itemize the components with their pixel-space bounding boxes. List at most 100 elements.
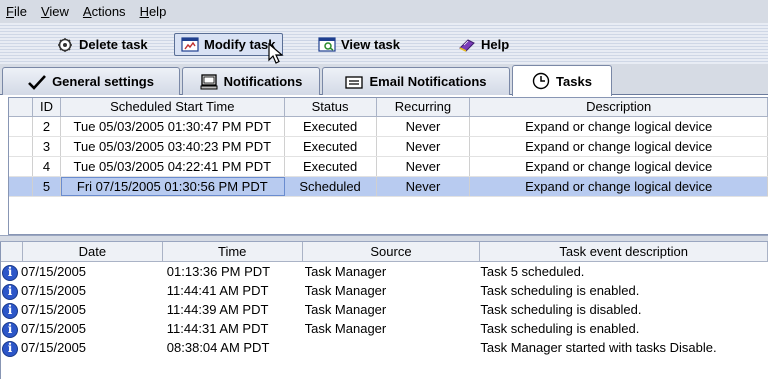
cell-start-time: Tue 05/03/2005 04:22:41 PM PDT	[61, 157, 285, 176]
view-task-button[interactable]: View task	[312, 33, 406, 56]
info-icon: i	[2, 283, 18, 300]
event-date: 07/15/2005	[20, 302, 87, 317]
modify-window-icon	[181, 37, 199, 53]
cell-description: Expand or change logical device	[470, 137, 768, 156]
event-log-table: Date Time Source Task event description …	[0, 242, 768, 379]
row-header-corner	[9, 98, 33, 116]
column-header-status[interactable]: Status	[285, 98, 377, 116]
modify-task-label: Modify task	[204, 37, 276, 52]
info-icon: i	[2, 264, 18, 281]
info-icon: i	[2, 321, 18, 338]
cell-recurring: Never	[377, 177, 471, 196]
tab-notifications[interactable]: Notifications	[182, 67, 320, 95]
table-row-selected[interactable]: 5 Fri 07/15/2005 01:30:56 PM PDT Schedul…	[9, 177, 768, 197]
column-header-id[interactable]: ID	[33, 98, 61, 116]
column-header-date[interactable]: Date	[23, 242, 163, 261]
list-item[interactable]: i 07/15/2005 01:13:36 PM PDT Task Manage…	[1, 262, 768, 281]
task-table-header: ID Scheduled Start Time Status Recurring…	[9, 98, 768, 117]
row-gutter	[9, 157, 33, 176]
tab-email-notifications[interactable]: Email Notifications	[322, 67, 510, 95]
task-table: ID Scheduled Start Time Status Recurring…	[8, 97, 768, 235]
split-pane-divider[interactable]	[0, 235, 768, 242]
event-date: 07/15/2005	[20, 340, 87, 355]
event-date: 07/15/2005	[20, 321, 87, 336]
gear-delete-icon	[56, 37, 74, 53]
column-header-source[interactable]: Source	[303, 242, 481, 261]
cell-recurring: Never	[377, 157, 471, 176]
help-label: Help	[481, 37, 510, 52]
event-description: Task 5 scheduled.	[480, 264, 585, 279]
menu-file[interactable]: File	[6, 4, 27, 19]
event-description: Task Manager started with tasks Disable.	[480, 340, 717, 355]
event-source: Task Manager	[304, 321, 387, 336]
toolbar: Delete task Modify task View task Help	[0, 23, 768, 64]
row-gutter	[9, 117, 33, 136]
cell-description: Expand or change logical device	[470, 177, 768, 196]
event-time: 11:44:31 AM PDT	[166, 321, 269, 336]
cell-status: Executed	[285, 157, 377, 176]
event-date: 07/15/2005	[20, 264, 87, 279]
row-gutter	[9, 137, 33, 156]
column-header-time[interactable]: Time	[163, 242, 303, 261]
clock-icon	[532, 72, 550, 90]
cell-id: 5	[33, 177, 61, 196]
event-time: 08:38:04 AM PDT	[166, 340, 270, 355]
column-header-description[interactable]: Description	[470, 98, 768, 116]
cell-description: Expand or change logical device	[470, 157, 768, 176]
menu-help[interactable]: Help	[140, 4, 167, 19]
info-icon: i	[2, 302, 18, 319]
menu-bar: File View Actions Help	[0, 0, 768, 23]
tab-general-settings[interactable]: General settings	[2, 67, 180, 95]
cell-status: Scheduled	[285, 177, 377, 196]
view-task-label: View task	[341, 37, 401, 52]
table-row[interactable]: 4 Tue 05/03/2005 04:22:41 PM PDT Execute…	[9, 157, 768, 177]
column-header-event-description[interactable]: Task event description	[480, 242, 768, 261]
list-item[interactable]: i 07/15/2005 11:44:31 AM PDT Task Manage…	[1, 319, 768, 338]
event-icon-cell: i	[1, 300, 21, 319]
info-icon: i	[2, 340, 18, 357]
list-item[interactable]: i 07/15/2005 08:38:04 AM PDT Task Manage…	[1, 338, 768, 357]
help-button[interactable]: Help	[452, 33, 515, 56]
event-source: Task Manager	[304, 283, 387, 298]
tab-tasks[interactable]: Tasks	[512, 65, 612, 96]
column-header-start-time[interactable]: Scheduled Start Time	[61, 98, 285, 116]
modify-task-button[interactable]: Modify task	[174, 33, 283, 56]
event-header-corner	[1, 242, 23, 261]
tab-email-notifications-label: Email Notifications	[369, 74, 487, 89]
view-window-icon	[318, 37, 336, 53]
cell-id: 4	[33, 157, 61, 176]
event-date: 07/15/2005	[20, 283, 87, 298]
cell-start-time: Fri 07/15/2005 01:30:56 PM PDT	[60, 177, 285, 196]
menu-actions[interactable]: Actions	[83, 4, 126, 19]
cell-start-time: Tue 05/03/2005 03:40:23 PM PDT	[61, 137, 285, 156]
cell-recurring: Never	[377, 137, 471, 156]
column-header-recurring[interactable]: Recurring	[377, 98, 471, 116]
cell-start-time: Tue 05/03/2005 01:30:47 PM PDT	[61, 117, 285, 136]
event-time: 01:13:36 PM PDT	[166, 264, 271, 279]
cell-status: Executed	[285, 117, 377, 136]
event-description: Task scheduling is disabled.	[480, 302, 642, 317]
delete-task-button[interactable]: Delete task	[50, 33, 154, 56]
event-description: Task scheduling is enabled.	[480, 283, 640, 298]
tab-general-settings-label: General settings	[52, 74, 154, 89]
menu-view[interactable]: View	[41, 4, 69, 19]
row-gutter	[9, 177, 33, 196]
cell-id: 3	[33, 137, 61, 156]
cell-status: Executed	[285, 137, 377, 156]
event-time: 11:44:41 AM PDT	[166, 283, 269, 298]
cell-description: Expand or change logical device	[470, 117, 768, 136]
tab-notifications-label: Notifications	[223, 74, 303, 89]
list-item[interactable]: i 07/15/2005 11:44:39 AM PDT Task Manage…	[1, 300, 768, 319]
event-source: Task Manager	[304, 264, 387, 279]
delete-task-label: Delete task	[79, 37, 148, 52]
monitor-icon	[200, 73, 218, 90]
table-row[interactable]: 3 Tue 05/03/2005 03:40:23 PM PDT Execute…	[9, 137, 768, 157]
event-table-header: Date Time Source Task event description	[1, 242, 768, 262]
envelope-icon	[345, 74, 364, 90]
list-item[interactable]: i 07/15/2005 11:44:41 AM PDT Task Manage…	[1, 281, 768, 300]
event-icon-cell: i	[1, 319, 21, 338]
event-description: Task scheduling is enabled.	[480, 321, 640, 336]
table-row[interactable]: 2 Tue 05/03/2005 01:30:47 PM PDT Execute…	[9, 117, 768, 137]
cell-id: 2	[33, 117, 61, 136]
event-source: Task Manager	[304, 302, 387, 317]
